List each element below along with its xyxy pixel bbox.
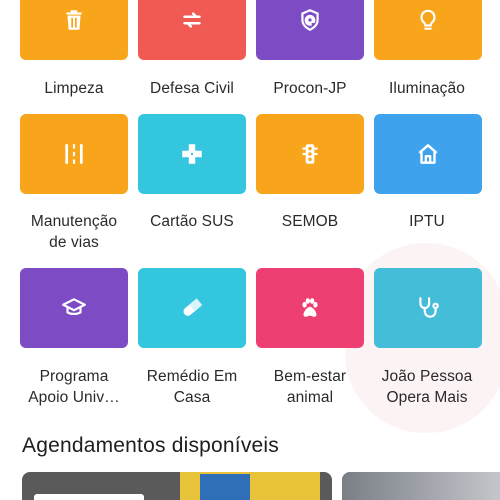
road-icon [65, 144, 83, 164]
service-tile-remedio-em-casa[interactable] [138, 268, 246, 348]
appointment-card[interactable] [342, 472, 500, 500]
service-label: Programa Apoio Univ… [28, 368, 120, 406]
service-tile-iluminacao[interactable] [374, 0, 482, 60]
health-cross-icon [182, 144, 202, 164]
card-image [342, 472, 500, 500]
service-tile-manutencao-de-vias[interactable] [20, 114, 128, 194]
traffic-light-icon [302, 144, 318, 164]
service-label: João Pessoa Opera Mais [381, 368, 473, 406]
service-label: Remédio Em Casa [146, 368, 238, 406]
service-label: IPTU [409, 213, 445, 230]
service-label: Procon-JP [273, 80, 347, 97]
service-tile-programa-apoio-univ[interactable] [20, 268, 128, 348]
service-label: Limpeza [44, 80, 104, 97]
service-label: Cartão SUS [150, 213, 234, 230]
paw-icon [302, 298, 318, 317]
card-tag [34, 494, 144, 500]
service-tile-cartao-sus[interactable] [138, 114, 246, 194]
service-tile-iptu[interactable] [374, 114, 482, 194]
house-icon [418, 144, 438, 164]
appointment-card[interactable] [22, 472, 332, 500]
service-label: Manutenção de vias [30, 213, 118, 251]
service-label: Iluminação [389, 80, 465, 97]
service-label: SEMOB [281, 213, 339, 230]
section-title: Agendamentos disponíveis [22, 434, 279, 457]
card-image-overlay [200, 474, 250, 500]
service-tile-joao-pessoa-opera-mais[interactable] [374, 268, 482, 348]
swap-icon [183, 12, 201, 28]
shield-at-icon [301, 9, 319, 31]
service-tile-bem-estar-animal[interactable] [256, 268, 364, 348]
lightbulb-icon [420, 9, 436, 30]
service-tile-defesa-civil[interactable] [138, 0, 246, 60]
trash-icon [66, 10, 82, 30]
pill-icon [183, 298, 203, 316]
graduation-cap-icon [62, 298, 86, 316]
service-tile-limpeza[interactable] [20, 0, 128, 60]
service-tile-semob[interactable] [256, 114, 364, 194]
service-label: Defesa Civil [150, 80, 234, 97]
stethoscope-icon [419, 297, 439, 318]
service-label: Bem-estar animal [273, 368, 347, 406]
service-tile-procon-jp[interactable] [256, 0, 364, 60]
